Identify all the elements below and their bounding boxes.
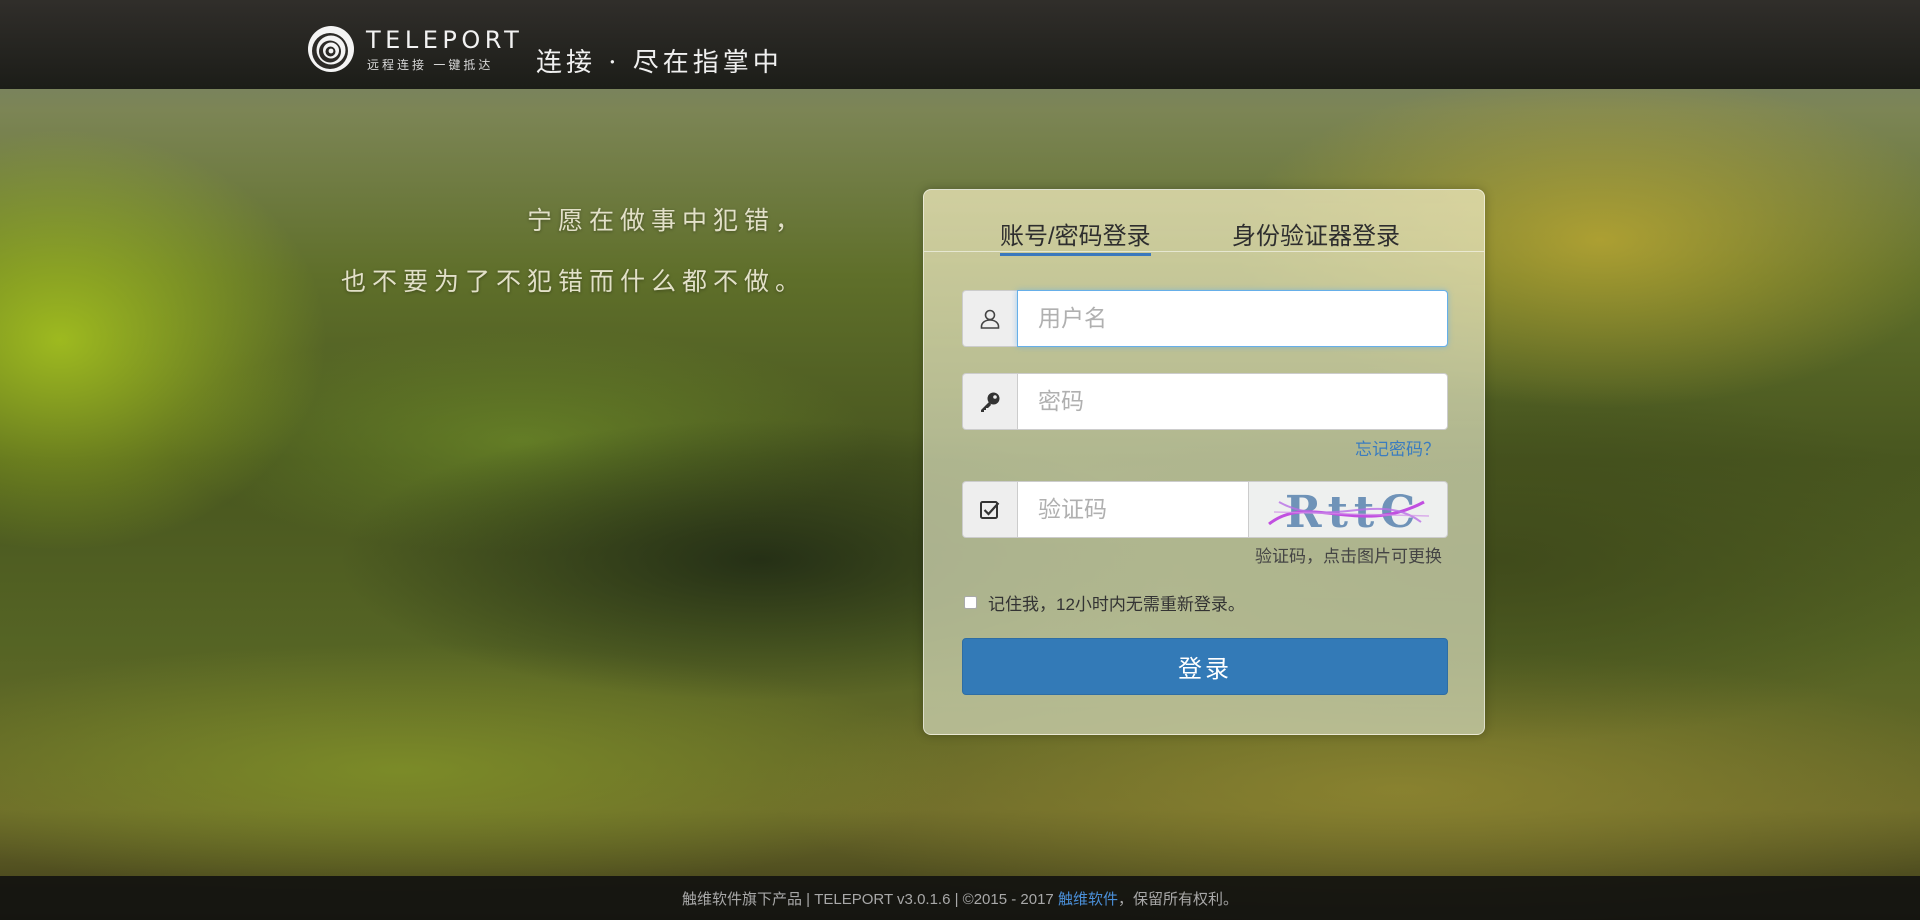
login-panel: 账号/密码登录 身份验证器登录 忘记密码？ (923, 189, 1485, 735)
teleport-logo[interactable]: TELEPORT 远程连接 一键抵达 (306, 24, 526, 74)
username-group (962, 290, 1448, 347)
password-input[interactable] (1017, 373, 1448, 430)
top-header: TELEPORT 远程连接 一键抵达 连接 · 尽在指掌中 (0, 0, 1920, 89)
checkbox-icon (980, 500, 1000, 519)
tab-authenticator-login[interactable]: 身份验证器登录 (1232, 216, 1400, 253)
header-slogan: 连接 · 尽在指掌中 (536, 48, 783, 78)
teleport-logo-icon (308, 26, 354, 72)
captcha-hint: 验证码，点击图片可更换 (1255, 547, 1442, 566)
footer-company-link[interactable]: 触维软件 (1058, 888, 1118, 909)
footer-text: 触维软件旗下产品 | TELEPORT v3.0.1.6 | ©2015 - 2… (682, 890, 1058, 908)
login-tabs: 账号/密码登录 身份验证器登录 (924, 190, 1484, 256)
user-icon (980, 309, 1000, 329)
key-icon (981, 392, 1000, 412)
password-group (962, 373, 1448, 430)
captcha-addon (962, 481, 1017, 538)
logo-name: TELEPORT (366, 26, 524, 54)
logo-subtitle: 远程连接 一键抵达 (367, 58, 494, 72)
remember-label: 记住我，12小时内无需重新登录。 (988, 595, 1245, 614)
username-input[interactable] (1017, 290, 1448, 347)
footer-rights: ，保留所有权利。 (1117, 890, 1238, 908)
tab-password-login[interactable]: 账号/密码登录 (1000, 216, 1151, 256)
footer: 触维软件旗下产品 | TELEPORT v3.0.1.6 | ©2015 - 2… (0, 876, 1920, 920)
login-button[interactable]: 登录 (962, 638, 1448, 695)
forgot-password-link[interactable]: 忘记密码？ (1355, 435, 1440, 460)
quote-line-2: 也不要为了不犯错而什么都不做。 (340, 267, 806, 296)
captcha-input[interactable] (1017, 481, 1249, 538)
password-addon (962, 373, 1017, 430)
captcha-group: RttC (962, 481, 1448, 538)
quote-line-1: 宁愿在做事中犯错， (526, 206, 806, 235)
remember-me[interactable]: 记住我，12小时内无需重新登录。 (964, 590, 1245, 615)
username-addon (962, 290, 1017, 347)
remember-checkbox[interactable] (964, 596, 977, 609)
captcha-image[interactable]: RttC (1249, 481, 1448, 538)
